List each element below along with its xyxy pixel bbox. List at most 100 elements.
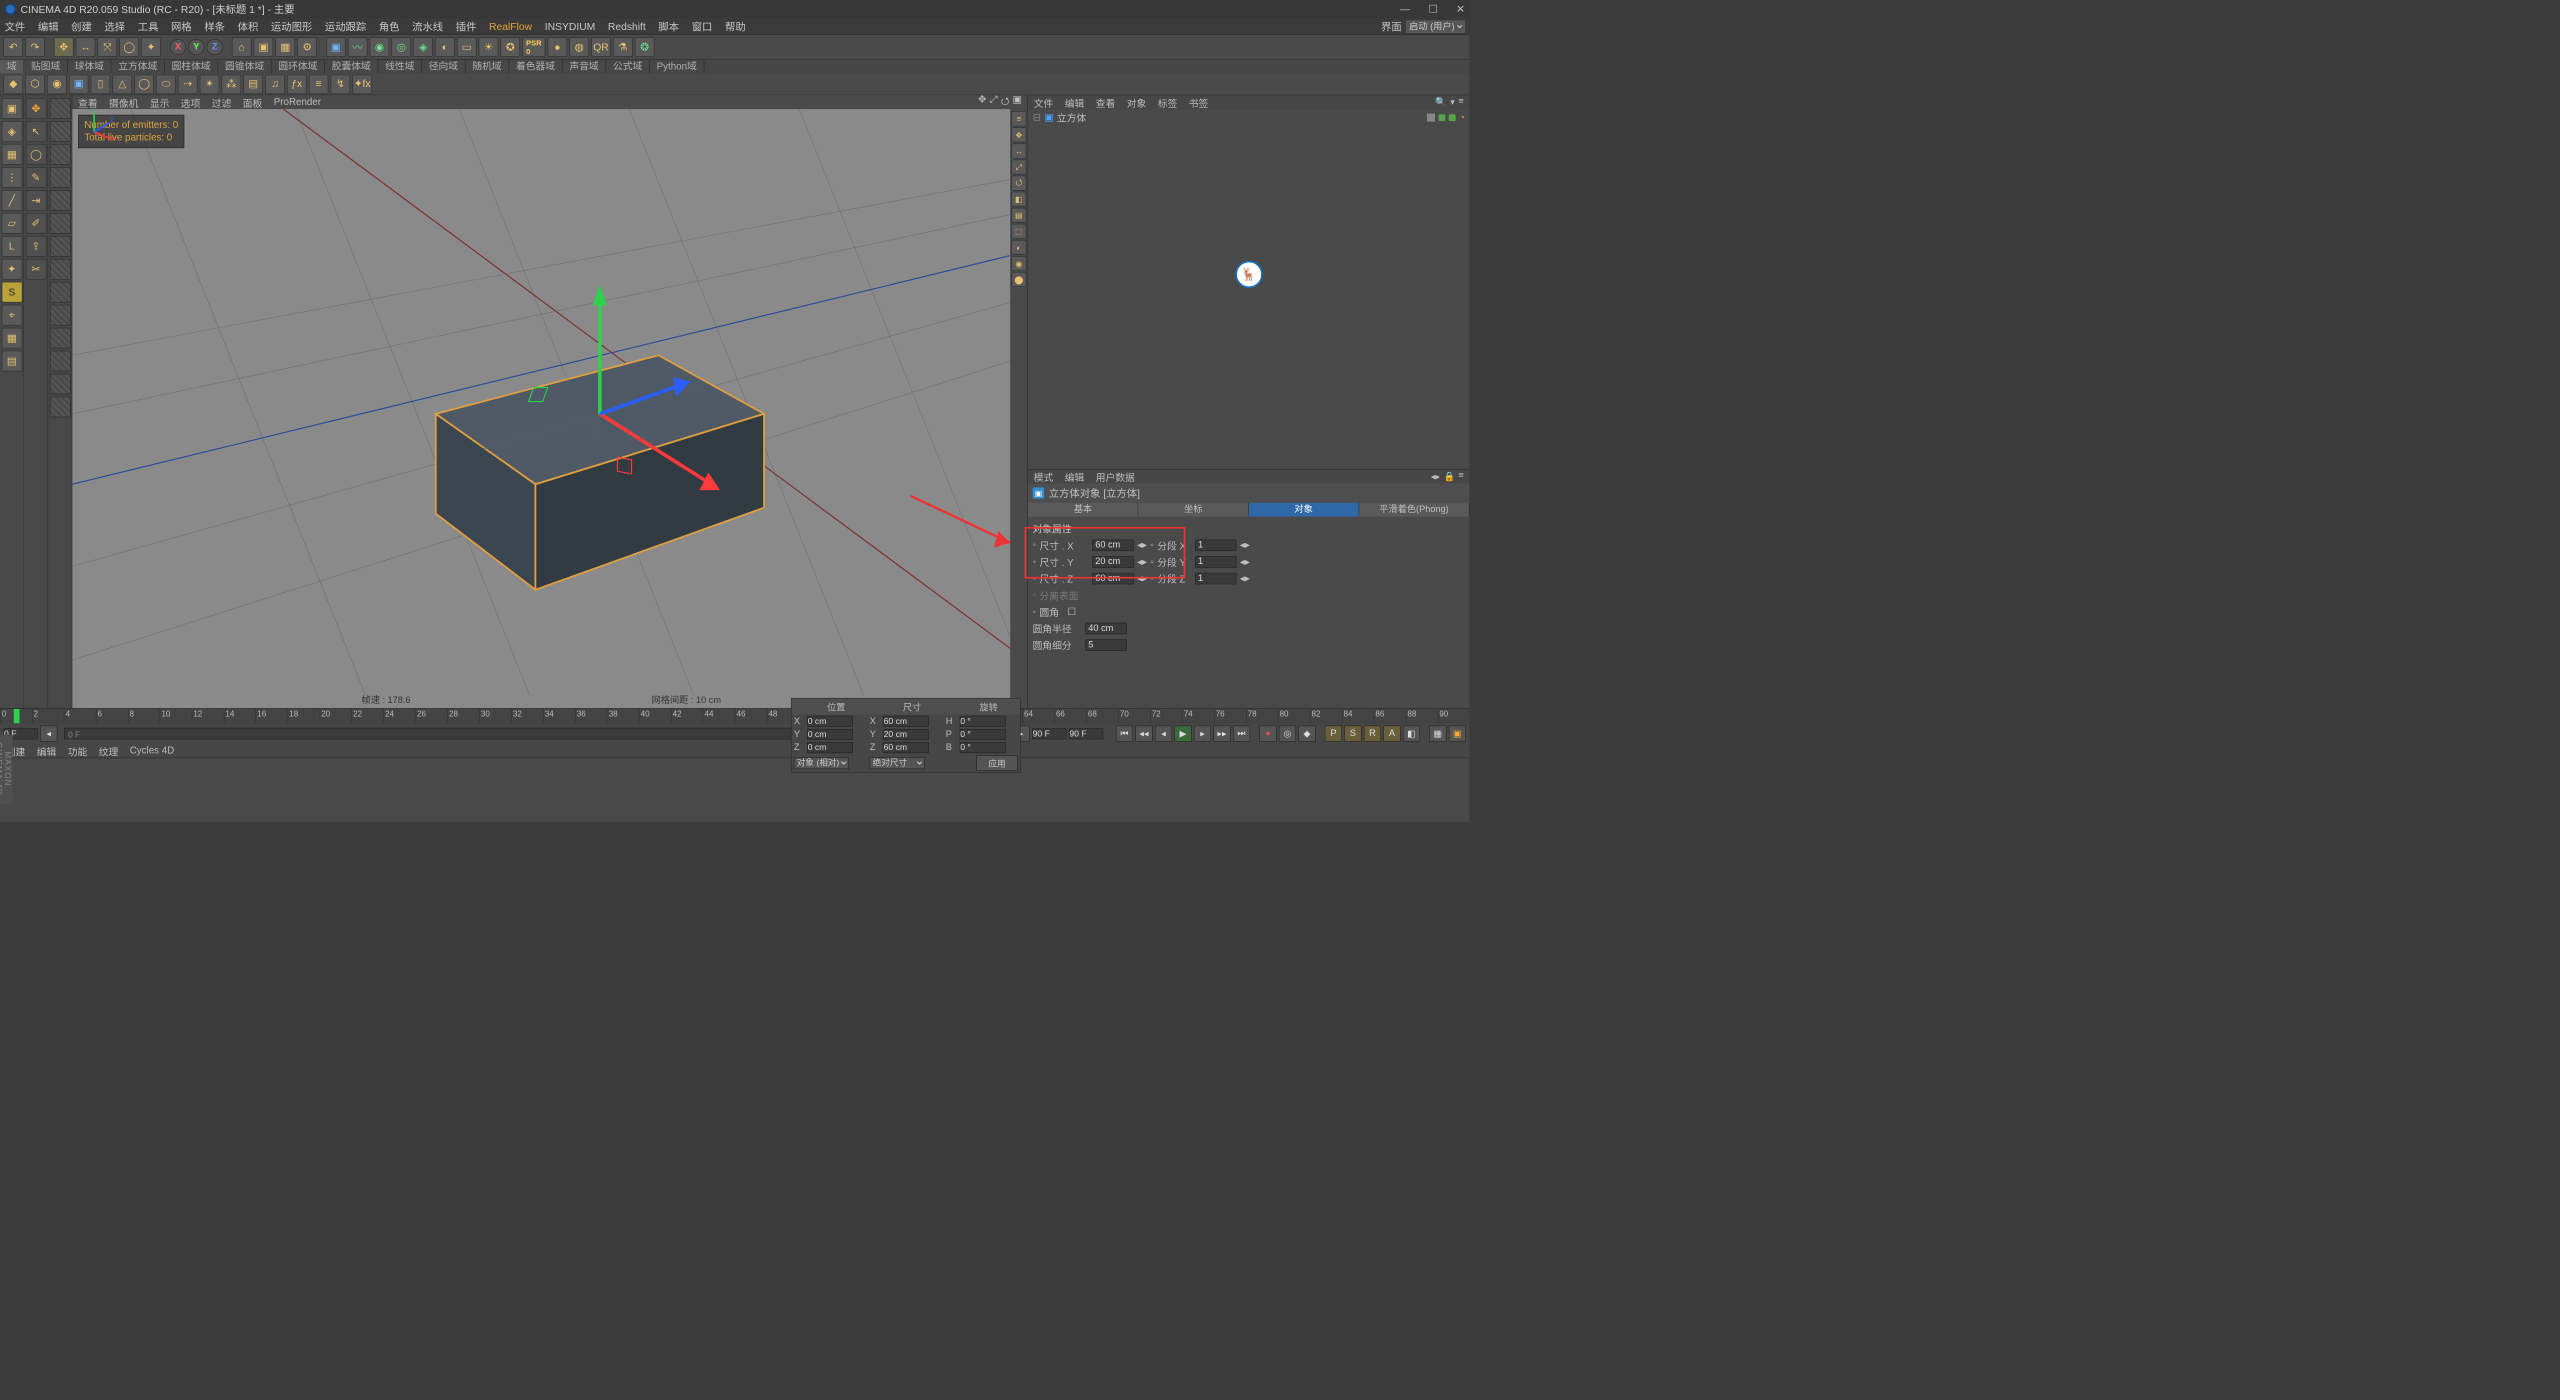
add-environment-button[interactable]: ◐ [435, 37, 455, 57]
attr-tab-3[interactable]: 平滑着色(Phong) [1359, 503, 1469, 517]
swatch-8[interactable] [50, 259, 71, 280]
field-btn-14[interactable]: ƒx [287, 74, 307, 94]
obj-options-icon[interactable]: ≡ [1458, 96, 1463, 107]
pos-Z[interactable] [807, 742, 853, 753]
field-btn-7[interactable]: ◯ [134, 74, 154, 94]
add-light-button[interactable]: ☀ [479, 37, 499, 57]
vp-tool-7[interactable]: ▤ [1011, 208, 1026, 223]
key-a-button[interactable]: A [1383, 726, 1400, 742]
maximize-button[interactable]: ☐ [1429, 3, 1438, 15]
field-tab-12[interactable]: 声音域 [563, 60, 607, 74]
swatch-12[interactable] [50, 351, 71, 372]
attr-options-icon[interactable]: ≡ [1458, 471, 1463, 482]
menu-编辑[interactable]: 编辑 [38, 19, 59, 34]
field-tab-10[interactable]: 随机域 [466, 60, 510, 74]
plugin-button-4[interactable]: ❂ [635, 37, 655, 57]
vp-corner-4[interactable]: ▣ [1013, 94, 1022, 111]
coord-size-mode-select[interactable]: 绝对尺寸 [870, 757, 925, 769]
rot-Z[interactable] [960, 742, 1006, 753]
field-btn-2[interactable]: ⬡ [25, 74, 45, 94]
model-mode[interactable]: ▣ [1, 98, 22, 119]
coord-system-button[interactable]: ⌂ [232, 37, 252, 57]
menu-网格[interactable]: 网格 [171, 19, 192, 34]
range-end-input[interactable] [1069, 728, 1103, 739]
field-btn-6[interactable]: △ [113, 74, 133, 94]
undo-button[interactable]: ↶ [3, 37, 23, 57]
edge-mode[interactable]: ╱ [1, 190, 22, 211]
attr-tab-1[interactable]: 坐标 [1138, 503, 1248, 517]
menu-样条[interactable]: 样条 [204, 19, 225, 34]
menu-INSYDIUM[interactable]: INSYDIUM [545, 20, 596, 32]
record-button[interactable]: ● [1259, 726, 1276, 742]
lasso-tool[interactable]: ◯ [26, 144, 47, 165]
field-btn-9[interactable]: ⇢ [178, 74, 198, 94]
menu-Redshift[interactable]: Redshift [608, 20, 646, 32]
mat-menu-编辑[interactable]: 编辑 [37, 744, 57, 758]
attr-tab-2[interactable]: 对象 [1249, 503, 1359, 517]
minimize-button[interactable]: — [1400, 3, 1410, 15]
size-input-2[interactable] [1092, 573, 1133, 584]
goto-end-button[interactable]: ⏭ [1233, 726, 1250, 742]
field-tab-4[interactable]: 圆柱体域 [165, 60, 218, 74]
field-btn-1[interactable]: ◆ [3, 74, 23, 94]
swatch-7[interactable] [50, 236, 71, 257]
add-camera-button[interactable]: ▭ [457, 37, 477, 57]
attr-menu-用户数据[interactable]: 用户数据 [1096, 469, 1135, 483]
swatch-10[interactable] [50, 305, 71, 326]
prev-frame-button[interactable]: ◂ [1155, 726, 1172, 742]
enable-axis[interactable]: ✦ [1, 259, 22, 280]
obj-menu-标签[interactable]: 标签 [1158, 95, 1178, 109]
pos-Y[interactable] [807, 729, 853, 740]
field-tab-8[interactable]: 线性域 [378, 60, 422, 74]
vp-tool-8[interactable]: ⬚ [1011, 224, 1026, 239]
add-spline-button[interactable]: 〰 [348, 37, 368, 57]
coord-mode-select[interactable]: 对象 (相对) [794, 757, 849, 769]
vp-menu-显示[interactable]: 显示 [150, 95, 170, 109]
menu-选择[interactable]: 选择 [104, 19, 125, 34]
menu-角色[interactable]: 角色 [379, 19, 400, 34]
range-start-handle[interactable]: ◂ [40, 726, 57, 742]
field-tab-13[interactable]: 公式域 [606, 60, 650, 74]
field-btn-10[interactable]: ✴ [200, 74, 220, 94]
vp-tool-11[interactable]: ⬤ [1011, 272, 1026, 287]
add-nurbs-button[interactable]: ◉ [370, 37, 390, 57]
goto-start-button[interactable]: ⏮ [1116, 726, 1133, 742]
layout-select[interactable]: 启动 (用户) [1406, 20, 1465, 32]
menu-脚本[interactable]: 脚本 [658, 19, 679, 34]
swatch-5[interactable] [50, 190, 71, 211]
timeline[interactable]: 0246810121416182022242628303234363840424… [0, 708, 1469, 723]
add-scene-button[interactable]: ✪ [501, 37, 521, 57]
seg-input-0[interactable] [1195, 539, 1236, 550]
swatch-14[interactable] [50, 397, 71, 418]
menu-文件[interactable]: 文件 [5, 19, 26, 34]
attr-nav-icon[interactable]: ◂▸ [1431, 471, 1440, 482]
menu-运动图形[interactable]: 运动图形 [271, 19, 312, 34]
rot-X[interactable] [960, 716, 1006, 727]
vp-menu-面板[interactable]: 面板 [243, 95, 263, 109]
field-tab-14[interactable]: Python域 [650, 60, 704, 74]
vp-corner-1[interactable]: ✥ [978, 94, 986, 111]
move-tool[interactable]: ↔ [76, 37, 96, 57]
field-btn-13[interactable]: ♫ [265, 74, 285, 94]
menu-创建[interactable]: 创建 [71, 19, 92, 34]
size-X[interactable] [883, 716, 929, 727]
vp-tool-6[interactable]: ◧ [1011, 192, 1026, 207]
field-btn-5[interactable]: ▯ [91, 74, 111, 94]
extrude-tool[interactable]: ⇪ [26, 236, 47, 257]
object-manager[interactable]: ⊟ ▣ 立方体 ◔ 🦌 [1028, 109, 1469, 469]
material-manager[interactable] [0, 758, 1469, 822]
texture-mode[interactable]: ◈ [1, 121, 22, 142]
vp-corner-3[interactable]: ⭯ [1001, 94, 1009, 111]
attr-menu-编辑[interactable]: 编辑 [1065, 469, 1085, 483]
snap-toggle[interactable]: ⌖ [1, 305, 22, 326]
close-button[interactable]: ✕ [1456, 3, 1465, 15]
swatch-4[interactable] [50, 167, 71, 188]
knife-tool[interactable]: ✂ [26, 259, 47, 280]
vp-menu-选项[interactable]: 选项 [181, 95, 201, 109]
locked-workplane[interactable]: ▤ [1, 351, 22, 372]
plugin-button-2[interactable]: ◍ [569, 37, 589, 57]
swatch-2[interactable] [50, 121, 71, 142]
field-tab-0[interactable]: 域 [0, 60, 24, 74]
field-btn-15[interactable]: ≡ [309, 74, 329, 94]
last-tool[interactable]: ✦ [141, 37, 161, 57]
